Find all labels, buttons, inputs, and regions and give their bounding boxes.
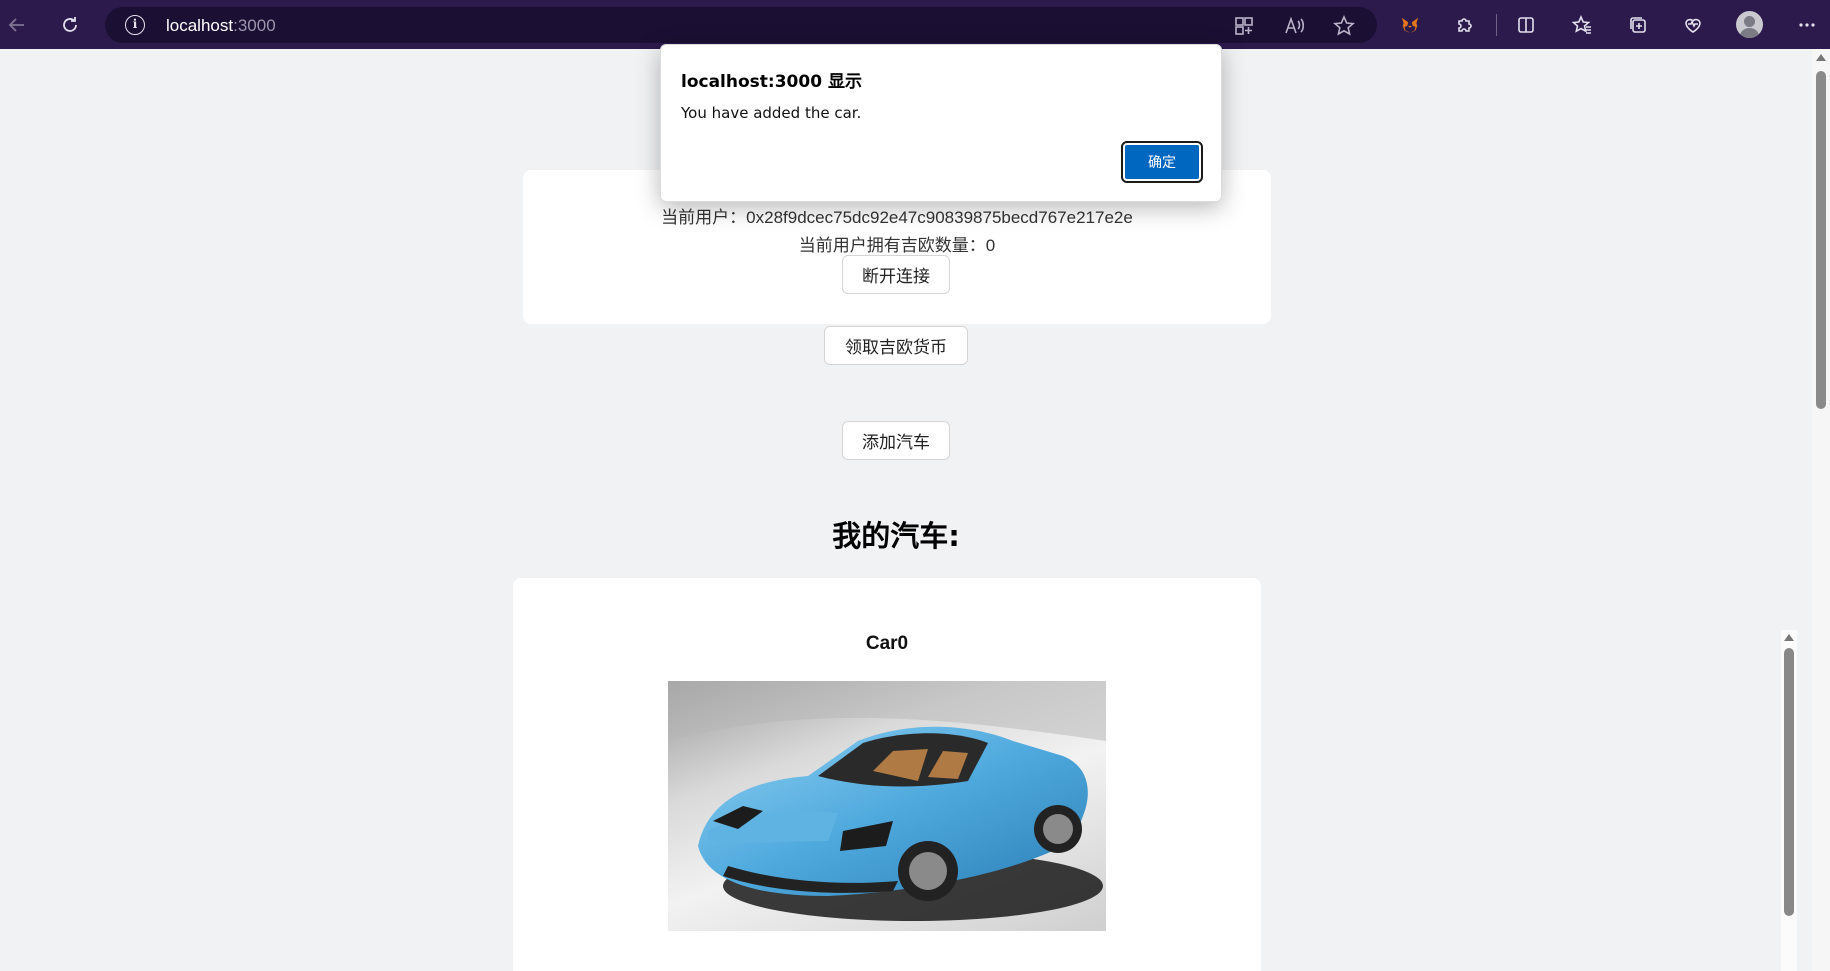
dialog-title: localhost:3000 显示 (681, 72, 862, 92)
dialog-message: You have added the car. (681, 104, 862, 122)
app-available-icon[interactable] (1233, 15, 1255, 37)
car-image (668, 681, 1106, 931)
claim-token-button[interactable]: 领取吉欧货币 (824, 326, 968, 365)
back-icon[interactable] (0, 8, 34, 42)
favorite-star-icon[interactable] (1333, 15, 1355, 37)
page-scrollbar-thumb[interactable] (1816, 71, 1826, 409)
page-scroll-up-arrow-icon[interactable] (1816, 54, 1826, 61)
more-options-icon[interactable] (1790, 8, 1824, 42)
alert-dialog: localhost:3000 显示 You have added the car… (660, 44, 1222, 202)
browser-essentials-icon[interactable] (1676, 8, 1710, 42)
split-screen-icon[interactable] (1509, 8, 1543, 42)
address-bar[interactable]: i localhost:3000 (105, 7, 1377, 43)
add-car-button[interactable]: 添加汽车 (842, 421, 950, 460)
current-user-address: 当前用户：0x28f9dcec75dc92e47c90839875becd767… (661, 208, 1133, 227)
profile-avatar[interactable] (1736, 11, 1763, 38)
favorites-icon[interactable] (1565, 8, 1599, 42)
inner-scrollbar-thumb[interactable] (1784, 648, 1794, 916)
url-text[interactable]: localhost:3000 (166, 16, 276, 36)
read-aloud-icon[interactable] (1283, 15, 1305, 37)
metamask-fox-icon[interactable] (1393, 8, 1427, 42)
car-card: Car0 (513, 578, 1261, 971)
my-cars-heading: 我的汽车: (832, 519, 960, 553)
inner-scrollbar[interactable] (1781, 630, 1797, 971)
browser-toolbar: i localhost:3000 (0, 0, 1830, 49)
token-count: 当前用户拥有吉欧数量：0 (798, 236, 996, 255)
refresh-icon[interactable] (53, 8, 87, 42)
extensions-puzzle-icon[interactable] (1448, 8, 1482, 42)
dialog-ok-button[interactable]: 确定 (1121, 141, 1203, 183)
scroll-up-arrow-icon[interactable] (1784, 634, 1794, 641)
site-info-icon[interactable]: i (125, 15, 145, 35)
collections-icon[interactable] (1621, 8, 1655, 42)
car-name: Car0 (865, 633, 909, 654)
page-scrollbar[interactable] (1812, 49, 1830, 971)
toolbar-separator (1496, 14, 1497, 36)
disconnect-button[interactable]: 断开连接 (842, 255, 950, 294)
